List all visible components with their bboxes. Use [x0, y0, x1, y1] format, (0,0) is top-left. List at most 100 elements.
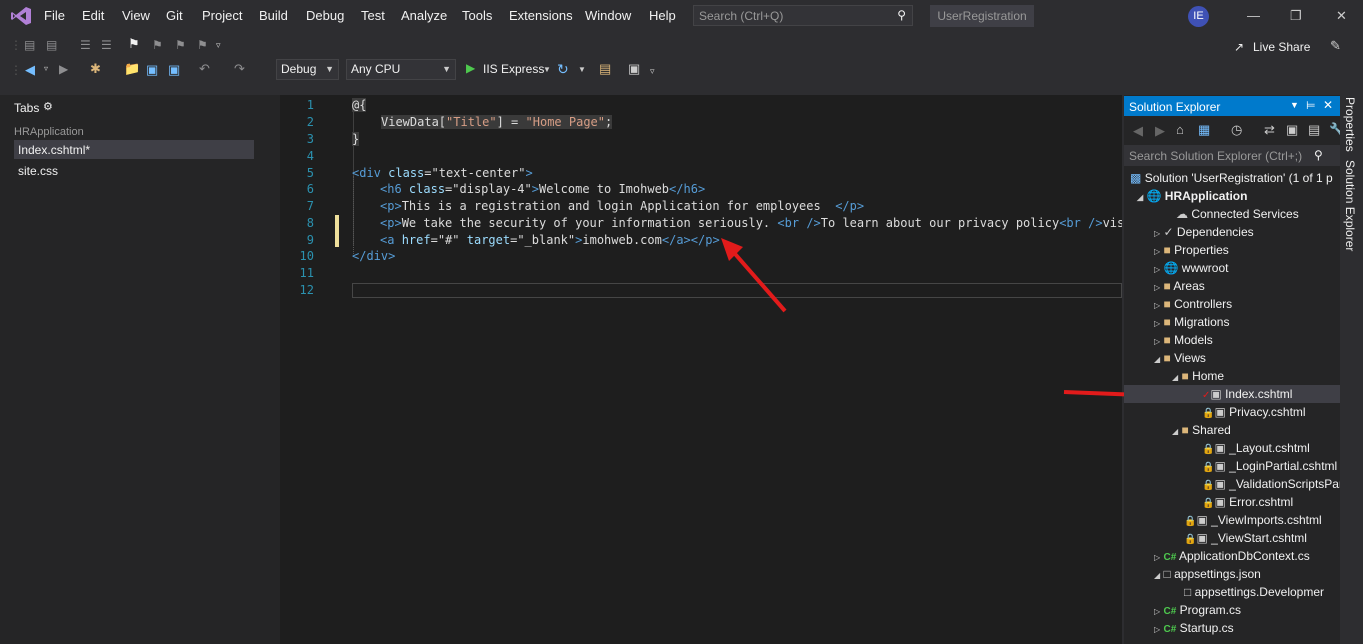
- tree-item-validationscripts[interactable]: 🔒▣ _ValidationScriptsPar: [1202, 477, 1340, 491]
- close-icon[interactable]: ✕: [1323, 98, 1333, 112]
- run-icon[interactable]: ▶: [466, 61, 475, 75]
- menu-file[interactable]: File: [44, 8, 65, 23]
- tree-item-models[interactable]: ▷ ■ Models: [1154, 333, 1213, 347]
- tree-item-program-cs[interactable]: ▷ C# Program.cs: [1154, 603, 1241, 617]
- back-icon[interactable]: ◀: [1133, 123, 1143, 139]
- tree-item-solution[interactable]: ▩ Solution 'UserRegistration' (1 of 1 p: [1130, 171, 1333, 185]
- solution-explorer-search[interactable]: Search Solution Explorer (Ctrl+;) ⚲: [1124, 145, 1340, 166]
- chevron-down-icon[interactable]: ▿: [44, 64, 48, 73]
- tab-site-css[interactable]: site.css: [18, 164, 58, 178]
- menu-extensions[interactable]: Extensions: [509, 8, 573, 23]
- show-all-files-icon[interactable]: ▤: [1308, 122, 1320, 138]
- toolbar-overflow-icon[interactable]: ▿: [650, 66, 655, 77]
- clear-bookmarks-icon[interactable]: ⚑: [197, 38, 208, 52]
- refresh-icon[interactable]: ↻: [557, 61, 569, 78]
- chevron-down-icon[interactable]: ▼: [543, 65, 551, 74]
- tree-item-loginpartial-cshtml[interactable]: 🔒▣ _LoginPartial.cshtml: [1202, 459, 1337, 473]
- configuration-dropdown[interactable]: Debug ▼: [276, 59, 339, 80]
- pin-icon[interactable]: ⊨: [1306, 99, 1316, 112]
- tree-item-appsettings[interactable]: ◢ □ appsettings.json: [1154, 567, 1261, 581]
- tree-item-viewimports[interactable]: 🔒▣ _ViewImports.cshtml: [1184, 513, 1322, 527]
- gear-icon[interactable]: ⚙: [43, 100, 53, 113]
- tree-item-error-cshtml[interactable]: 🔒▣ Error.cshtml: [1202, 495, 1293, 509]
- pending-changes-icon[interactable]: ◷: [1231, 122, 1242, 138]
- indent-icon[interactable]: ▤: [46, 38, 57, 52]
- home-icon[interactable]: ⌂: [1176, 122, 1184, 137]
- new-project-icon[interactable]: ✱: [90, 61, 101, 77]
- forward-icon[interactable]: ▶: [1155, 123, 1165, 139]
- switch-views-icon[interactable]: ▦: [1198, 122, 1210, 138]
- comment-icon[interactable]: ☰: [80, 38, 91, 52]
- collapse-all-icon[interactable]: ▣: [1286, 122, 1298, 138]
- bookmark-icon[interactable]: ⚑: [128, 36, 140, 52]
- restore-icon[interactable]: ❐: [1290, 8, 1302, 24]
- tree-item-privacy-cshtml[interactable]: 🔒▣ Privacy.cshtml: [1202, 405, 1306, 419]
- redo-icon[interactable]: ↷: [234, 61, 245, 77]
- tree-item-areas[interactable]: ▷ ■ Areas: [1154, 279, 1205, 293]
- avatar[interactable]: IE: [1188, 6, 1209, 27]
- feedback-icon[interactable]: ✎: [1330, 38, 1341, 54]
- tree-item-wwwroot[interactable]: ▷ 🌐 wwwroot: [1154, 261, 1228, 275]
- sync-icon[interactable]: ⇄: [1264, 122, 1275, 138]
- tree-item-migrations[interactable]: ▷ ■ Migrations: [1154, 315, 1229, 329]
- menu-project[interactable]: Project: [202, 8, 242, 23]
- menu-analyze[interactable]: Analyze: [401, 8, 447, 23]
- side-tab-solution-explorer[interactable]: Solution Explorer: [1343, 160, 1357, 251]
- chevron-down-icon[interactable]: ▼: [1290, 100, 1299, 110]
- tree-item-controllers[interactable]: ▷ ■ Controllers: [1154, 297, 1232, 311]
- tree-item-startup-cs[interactable]: ▷ C# Startup.cs: [1154, 621, 1234, 635]
- tabs-panel-title: Tabs: [14, 101, 40, 115]
- menu-edit[interactable]: Edit: [82, 8, 104, 23]
- tree-item-appsettings-development[interactable]: □ appsettings.Developmer: [1184, 585, 1340, 599]
- tab-index-cshtml[interactable]: Index.cshtml*: [14, 140, 254, 159]
- side-tab-properties[interactable]: Properties: [1343, 97, 1357, 152]
- undo-icon[interactable]: ↶: [199, 61, 210, 77]
- browser-link-icon[interactable]: ▤: [599, 61, 611, 77]
- screenshot-icon[interactable]: ▣: [628, 61, 640, 77]
- menu-build[interactable]: Build: [259, 8, 288, 23]
- toolbar-overflow-icon[interactable]: ▿: [216, 40, 221, 51]
- tree-item-dependencies[interactable]: ▷ ✓ Dependencies: [1154, 225, 1254, 239]
- menu-debug[interactable]: Debug: [306, 8, 344, 23]
- tree-item-layout-cshtml[interactable]: 🔒▣ _Layout.cshtml: [1202, 441, 1310, 455]
- search-input[interactable]: Search (Ctrl+Q) ⚲: [693, 5, 913, 26]
- tree-item-properties[interactable]: ▷ ■ Properties: [1154, 243, 1229, 257]
- tree-item-index-cshtml[interactable]: ✓▣ Index.cshtml: [1202, 387, 1292, 401]
- line-number: 1: [306, 98, 314, 112]
- menu-git[interactable]: Git: [166, 8, 183, 23]
- code-line-10: </div>: [352, 249, 396, 263]
- code-line-5: <div class="text-center">: [352, 166, 533, 180]
- menu-help[interactable]: Help: [649, 8, 676, 23]
- menu-tools[interactable]: Tools: [462, 8, 492, 23]
- tree-item-viewstart[interactable]: 🔒▣ _ViewStart.cshtml: [1184, 531, 1307, 545]
- menu-test[interactable]: Test: [361, 8, 385, 23]
- tree-item-shared[interactable]: ◢ ■ Shared: [1172, 423, 1231, 437]
- next-bookmark-icon[interactable]: ⚑: [175, 38, 186, 52]
- prev-bookmark-icon[interactable]: ⚑: [152, 38, 163, 52]
- run-button[interactable]: IIS Express: [483, 62, 544, 76]
- uncomment-icon[interactable]: ☰: [101, 38, 112, 52]
- tab-group-label: HRApplication: [14, 126, 84, 138]
- close-icon[interactable]: ✕: [1336, 8, 1347, 24]
- minimize-icon[interactable]: —: [1247, 8, 1260, 23]
- solution-search-placeholder: Search Solution Explorer (Ctrl+;): [1129, 149, 1303, 163]
- save-icon[interactable]: ▣: [146, 62, 158, 78]
- chevron-down-icon[interactable]: ▼: [578, 65, 586, 74]
- open-folder-icon[interactable]: 📁: [124, 61, 140, 77]
- line-number: 2: [306, 115, 314, 129]
- tree-item-project[interactable]: ◢ 🌐 HRApplication: [1137, 189, 1247, 203]
- menu-view[interactable]: View: [122, 8, 150, 23]
- forward-icon[interactable]: ▶: [59, 62, 68, 76]
- tree-item-applicationdbcontext[interactable]: ▷ C# ApplicationDbContext.cs: [1154, 549, 1310, 563]
- platform-dropdown[interactable]: Any CPU ▼: [346, 59, 456, 80]
- live-share-button[interactable]: Live Share: [1253, 40, 1310, 54]
- search-placeholder: Search (Ctrl+Q): [699, 9, 784, 23]
- annotation-arrow-editor: [721, 238, 787, 313]
- tree-item-connected-services[interactable]: ☁ Connected Services: [1176, 207, 1299, 221]
- save-all-icon[interactable]: ▣: [168, 62, 180, 78]
- tree-item-views[interactable]: ◢ ■ Views: [1154, 351, 1206, 365]
- tree-item-home[interactable]: ◢ ■ Home: [1172, 369, 1224, 383]
- format-icon[interactable]: ▤: [24, 38, 35, 52]
- back-icon[interactable]: ◀: [25, 62, 35, 78]
- menu-window[interactable]: Window: [585, 8, 631, 23]
